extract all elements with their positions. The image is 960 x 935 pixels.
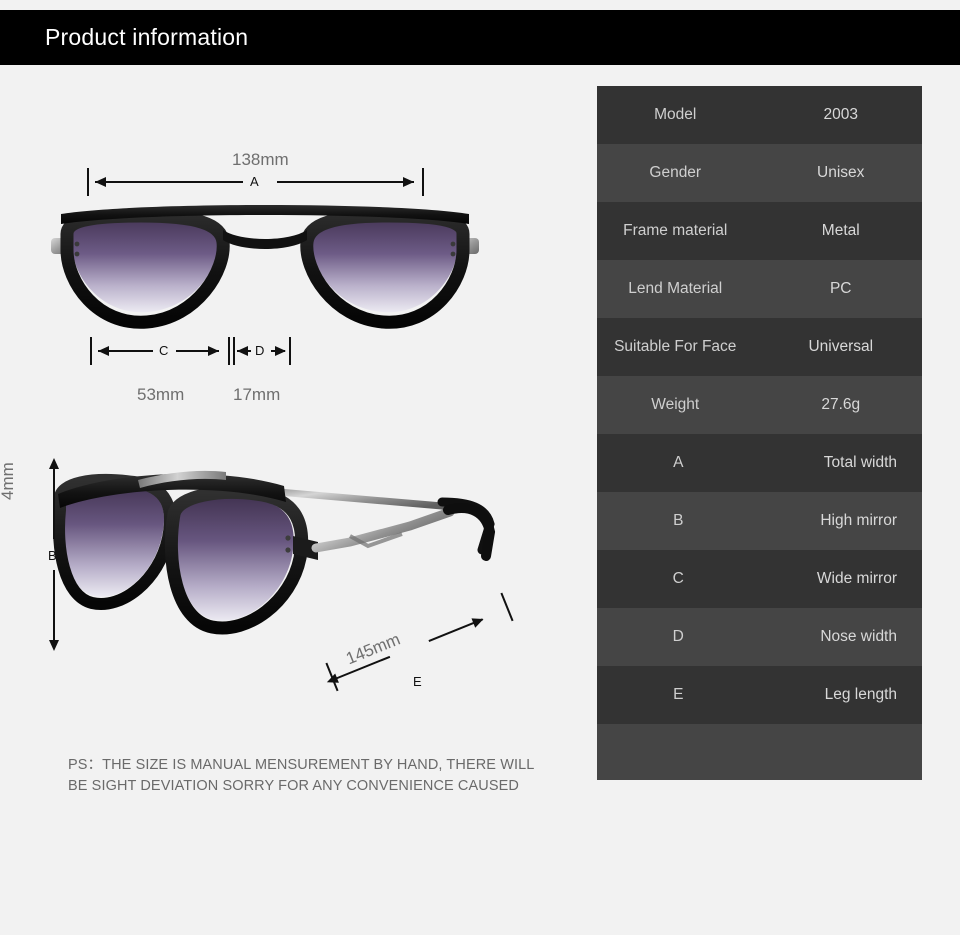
spec-key: Lend Material xyxy=(628,280,723,297)
table-row: Weight 27.6g xyxy=(597,376,922,434)
disclaimer-line-1: PS：THE SIZE IS MANUAL MENSUREMENT BY HAN… xyxy=(68,757,535,773)
spec-value: Nose width xyxy=(820,628,897,645)
dimension-letter-c: C xyxy=(159,343,169,358)
spec-key: Weight xyxy=(651,396,700,413)
table-row: Lend Material PC xyxy=(597,260,922,318)
spec-key: A xyxy=(673,454,684,471)
dimension-arrow-b-down xyxy=(49,640,59,651)
spec-key: Gender xyxy=(649,164,702,181)
dimension-arrow-d-left xyxy=(237,346,248,356)
dimension-arrow-c-left xyxy=(98,346,109,356)
dimension-letter-d: D xyxy=(255,343,265,358)
spec-value: PC xyxy=(829,280,852,297)
table-row: E Leg length xyxy=(597,666,922,724)
measurement-disclaimer-note: PS：THE SIZE IS MANUAL MENSUREMENT BY HAN… xyxy=(68,755,538,797)
spec-key: D xyxy=(672,628,684,645)
product-diagram-panel: 138mm A C 53mm D 17mm 4mm B 145mm E PS：T… xyxy=(0,65,596,935)
dimension-tick-a-left xyxy=(87,168,89,196)
spec-value: Metal xyxy=(821,222,860,239)
table-row: Frame material Metal xyxy=(597,202,922,260)
dimension-tick-d-right xyxy=(289,337,291,365)
dimension-tick-a-right xyxy=(422,168,424,196)
dimension-label-lens-width: 53mm xyxy=(137,385,185,404)
table-row: Model 2003 xyxy=(597,86,922,144)
dimension-line-b-lower xyxy=(53,570,55,640)
dimension-arrow-a-left xyxy=(95,177,106,187)
dimension-line-b-upper xyxy=(53,469,55,539)
dimension-letter-e: E xyxy=(413,674,422,689)
spec-value: Leg length xyxy=(824,686,897,703)
page-title: Product information xyxy=(45,24,249,50)
spec-key: Model xyxy=(654,106,697,123)
table-row: Gender Unisex xyxy=(597,144,922,202)
dimension-label-lens-height: 4mm xyxy=(0,462,17,500)
dimension-label-nose-width: 17mm xyxy=(233,385,281,404)
dimension-label-total-width: 138mm xyxy=(232,150,289,169)
dimension-arrow-a-right xyxy=(403,177,414,187)
table-row-empty xyxy=(597,724,922,780)
dimension-group-temple-length: 145mm E xyxy=(324,590,515,700)
spec-value: Wide mirror xyxy=(816,570,897,587)
disclaimer-line-2: BE SIGHT DEVIATION SORRY FOR ANY CONVENI… xyxy=(68,778,519,794)
dimension-tick-c-left xyxy=(90,337,92,365)
table-row: A Total width xyxy=(597,434,922,492)
table-row: D Nose width xyxy=(597,608,922,666)
table-row: Suitable For Face Universal xyxy=(597,318,922,376)
table-row: B High mirror xyxy=(597,492,922,550)
spec-value: Unisex xyxy=(817,164,865,181)
sunglasses-front-image xyxy=(51,205,479,329)
dimension-tick-c-right xyxy=(228,337,230,365)
spec-key: B xyxy=(673,512,684,529)
dimension-arrow-d-right xyxy=(275,346,286,356)
dimension-letter-a: A xyxy=(250,174,259,189)
table-row: C Wide mirror xyxy=(597,550,922,608)
dimension-arrow-b-up xyxy=(49,458,59,469)
page-header: Product information xyxy=(0,10,960,65)
spec-key: Suitable For Face xyxy=(614,338,737,355)
spec-value: 27.6g xyxy=(821,396,861,413)
spec-value: High mirror xyxy=(820,512,897,529)
spec-value: Universal xyxy=(808,338,874,355)
spec-key: C xyxy=(672,570,684,587)
dimension-line-a-left xyxy=(95,181,243,183)
dimension-letter-b: B xyxy=(48,548,57,563)
spec-value: 2003 xyxy=(823,106,858,123)
spec-key: Frame material xyxy=(623,222,728,239)
product-spec-table: Model 2003 Gender Unisex Frame material Metal… xyxy=(597,86,922,780)
dimension-line-a-right xyxy=(277,181,414,183)
spec-key: E xyxy=(673,686,684,703)
dimension-tick-d-left xyxy=(233,337,235,365)
dimension-arrow-c-right xyxy=(208,346,219,356)
spec-value: Total width xyxy=(823,454,897,471)
dimension-arrow-e-right xyxy=(471,614,486,628)
